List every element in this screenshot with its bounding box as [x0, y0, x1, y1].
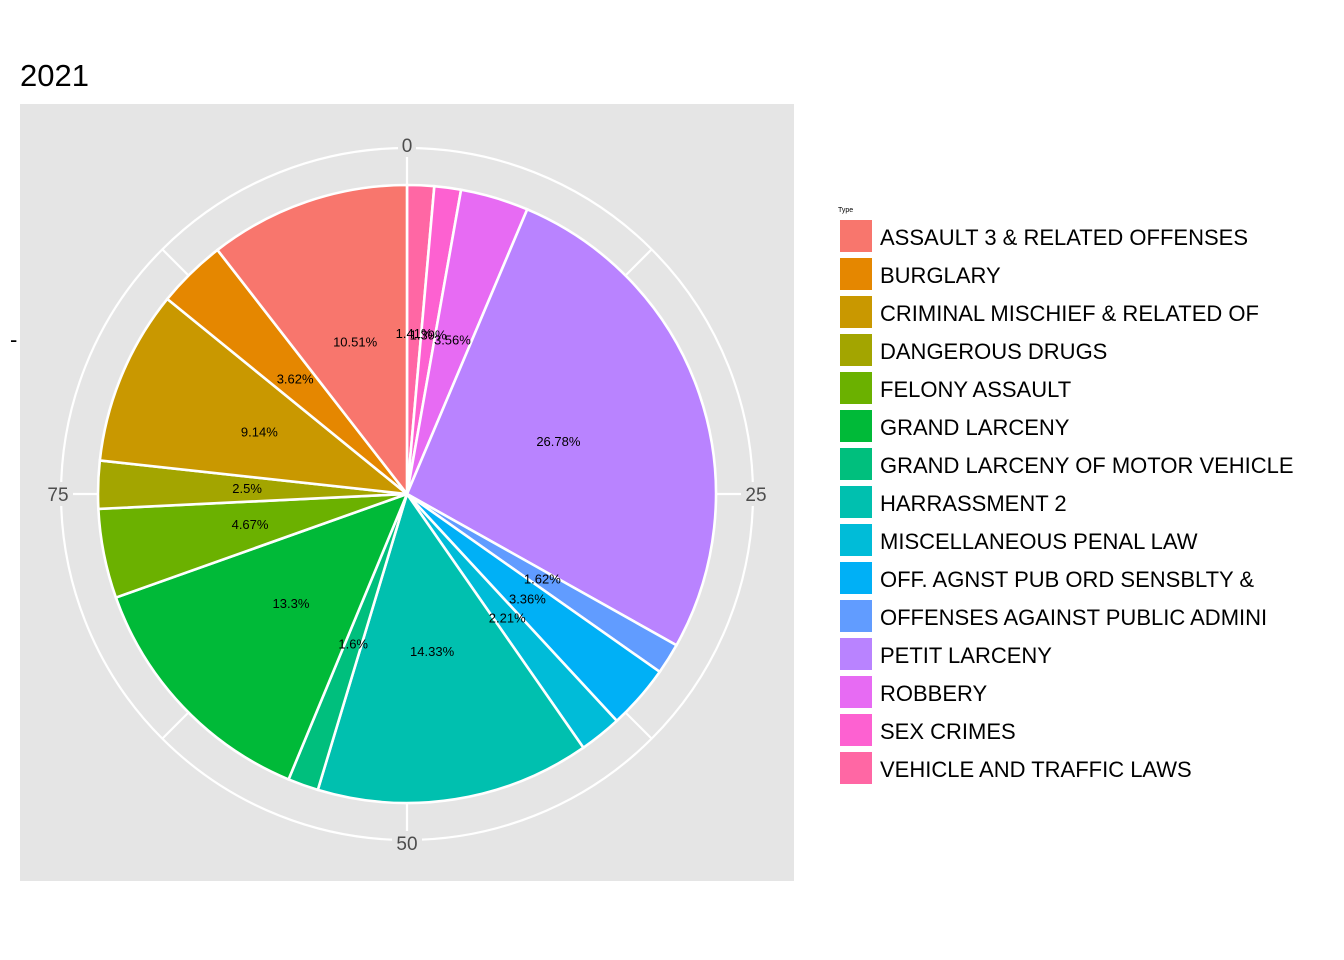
slice-label-offenses-against-public-admini: 1.62% [524, 571, 561, 586]
legend-label-robbery: ROBBERY [880, 681, 988, 706]
legend-key-miscellaneous-penal-law [840, 524, 872, 556]
legend-label-criminal-mischief-related-of: CRIMINAL MISCHIEF & RELATED OF [880, 301, 1259, 326]
theta-tick-75: 75 [47, 485, 68, 506]
slice-label-off-agnst-pub-ord-sensblty: 3.36% [509, 591, 546, 606]
legend-key-offenses-against-public-admini [840, 600, 872, 632]
chart-title: 2021 [20, 58, 89, 93]
theta-tick-50: 50 [396, 834, 417, 855]
pie-chart: 2021 - 1.41%1.39%3.56%26.78%1.62%3.36%2.… [10, 58, 1294, 881]
legend-key-petit-larceny [840, 638, 872, 670]
legend-label-harrassment-2: HARRASSMENT 2 [880, 491, 1067, 516]
legend-key-felony-assault [840, 372, 872, 404]
legend-label-petit-larceny: PETIT LARCENY [880, 643, 1052, 668]
legend-label-grand-larceny-of-motor-vehicle: GRAND LARCENY OF MOTOR VEHICLE [880, 453, 1294, 478]
legend-label-dangerous-drugs: DANGEROUS DRUGS [880, 339, 1107, 364]
legend-title: Type [838, 207, 853, 214]
legend-key-vehicle-and-traffic-laws [840, 752, 872, 784]
legend-label-grand-larceny: GRAND LARCENY [880, 415, 1070, 440]
slice-label-grand-larceny: 13.3% [273, 596, 310, 611]
slice-label-criminal-mischief-related-of: 9.14% [241, 424, 278, 439]
slice-label-petit-larceny: 26.78% [536, 434, 581, 449]
legend-label-felony-assault: FELONY ASSAULT [880, 377, 1071, 402]
legend-label-off-agnst-pub-ord-sensblty: OFF. AGNST PUB ORD SENSBLTY & [880, 567, 1254, 592]
slice-label-felony-assault: 4.67% [232, 517, 269, 532]
slice-label-burglary: 3.62% [277, 372, 314, 387]
slice-layer [96, 183, 718, 805]
legend-key-off-agnst-pub-ord-sensblty [840, 562, 872, 594]
legend-label-vehicle-and-traffic-laws: VEHICLE AND TRAFFIC LAWS [880, 757, 1192, 782]
slice-label-harrassment-2: 14.33% [410, 644, 455, 659]
legend-key-harrassment-2 [840, 486, 872, 518]
y-axis-label: - [10, 327, 17, 352]
legend-label-assault-3-related-offenses: ASSAULT 3 & RELATED OFFENSES [880, 225, 1248, 250]
legend-label-burglary: BURGLARY [880, 263, 1001, 288]
legend-key-grand-larceny [840, 410, 872, 442]
legend-key-dangerous-drugs [840, 334, 872, 366]
slice-label-grand-larceny-of-motor-vehicle: 1.6% [338, 637, 368, 652]
legend: Type ASSAULT 3 & RELATED OFFENSES BURGLAR… [838, 207, 1294, 784]
legend-key-grand-larceny-of-motor-vehicle [840, 448, 872, 480]
theta-tick-0: 0 [402, 136, 413, 157]
slice-label-dangerous-drugs: 2.5% [232, 481, 262, 496]
slice-label-robbery: 3.56% [434, 333, 471, 348]
theta-tick-25: 25 [745, 485, 766, 506]
legend-label-miscellaneous-penal-law: MISCELLANEOUS PENAL LAW [880, 529, 1198, 554]
legend-key-burglary [840, 258, 872, 290]
slice-label-assault-3-related-offenses: 10.51% [333, 335, 378, 350]
legend-label-sex-crimes: SEX CRIMES [880, 719, 1016, 744]
legend-key-criminal-mischief-related-of [840, 296, 872, 328]
legend-key-assault-3-related-offenses [840, 220, 872, 252]
legend-label-offenses-against-public-admini: OFFENSES AGAINST PUBLIC ADMINI [880, 605, 1267, 630]
slice-label-miscellaneous-penal-law: 2.21% [489, 611, 526, 626]
legend-key-sex-crimes [840, 714, 872, 746]
legend-key-robbery [840, 676, 872, 708]
